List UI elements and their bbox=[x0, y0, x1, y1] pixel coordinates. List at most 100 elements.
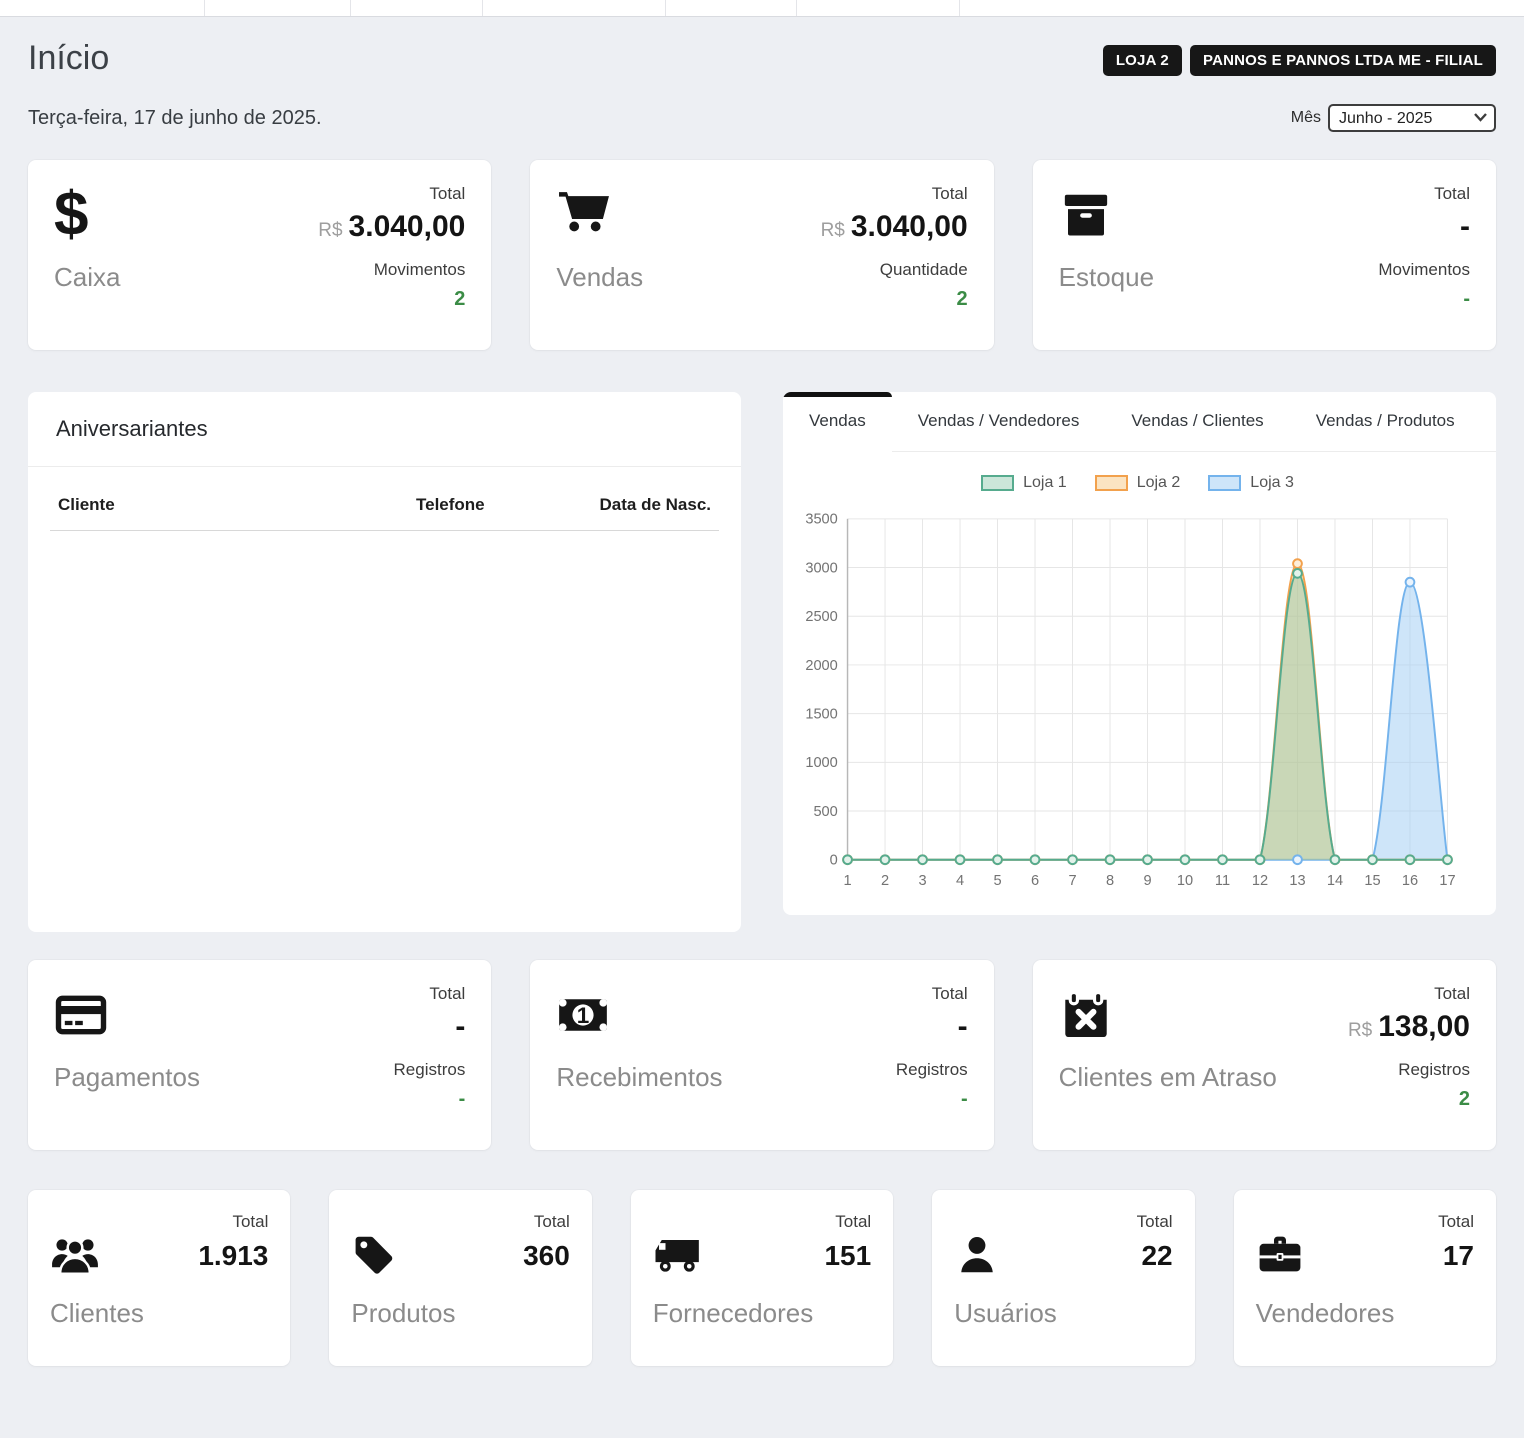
svg-text:2500: 2500 bbox=[805, 609, 837, 625]
svg-text:1: 1 bbox=[577, 1003, 590, 1028]
card-label: Fornecedores bbox=[653, 1298, 813, 1329]
total-label: Total bbox=[198, 1212, 268, 1232]
tab-vendas-vendedores[interactable]: Vendas / Vendedores bbox=[892, 392, 1106, 452]
page-title: Início bbox=[28, 39, 109, 78]
svg-text:4: 4 bbox=[956, 873, 964, 889]
total-value: - bbox=[1378, 210, 1470, 244]
sub-value: - bbox=[896, 1088, 968, 1111]
sub-value: - bbox=[394, 1088, 466, 1111]
sub-label: Registros bbox=[394, 1060, 466, 1080]
legend-label: Loja 2 bbox=[1137, 474, 1181, 492]
total-value: 17 bbox=[1438, 1240, 1474, 1272]
top-nav-item[interactable] bbox=[666, 0, 797, 16]
card-label: Vendedores bbox=[1256, 1298, 1395, 1329]
svg-text:6: 6 bbox=[1031, 873, 1039, 889]
svg-text:5: 5 bbox=[993, 873, 1001, 889]
card-pagamentos: Pagamentos Total - Registros - bbox=[28, 960, 491, 1150]
top-nav-item[interactable] bbox=[483, 0, 666, 16]
legend-swatch bbox=[981, 475, 1014, 491]
card-usuarios: Usuários Total 22 bbox=[932, 1190, 1194, 1366]
card-vendedores: Vendedores Total 17 bbox=[1234, 1190, 1496, 1366]
tab-vendas[interactable]: Vendas bbox=[783, 392, 892, 452]
sales-chart-panel: Vendas Vendas / Vendedores Vendas / Clie… bbox=[783, 392, 1496, 915]
svg-text:15: 15 bbox=[1364, 873, 1380, 889]
company-badge[interactable]: PANNOS E PANNOS LTDA ME - FILIAL bbox=[1190, 45, 1496, 76]
tab-vendas-produtos[interactable]: Vendas / Produtos bbox=[1290, 392, 1481, 452]
total-label: Total bbox=[1137, 1212, 1173, 1232]
tab-vendas-clientes[interactable]: Vendas / Clientes bbox=[1105, 392, 1289, 452]
svg-text:12: 12 bbox=[1252, 873, 1268, 889]
birthdays-table: Cliente Telefone Data de Nasc. bbox=[28, 467, 741, 531]
chart-legend: Loja 1 Loja 2 Loja 3 bbox=[793, 474, 1482, 492]
sub-label: Movimentos bbox=[1378, 260, 1470, 280]
svg-text:1500: 1500 bbox=[805, 707, 837, 723]
sales-chart: 0500100015002000250030003500123456789101… bbox=[793, 498, 1465, 902]
sub-label: Registros bbox=[896, 1060, 968, 1080]
svg-text:3: 3 bbox=[918, 873, 926, 889]
total-label: Total bbox=[394, 984, 466, 1004]
total-label: Total bbox=[523, 1212, 570, 1232]
total-label: Total bbox=[896, 984, 968, 1004]
card-fornecedores: Fornecedores Total 151 bbox=[631, 1190, 893, 1366]
total-value: 151 bbox=[824, 1240, 871, 1272]
store-badge[interactable]: LOJA 2 bbox=[1103, 45, 1182, 76]
total-label: Total bbox=[1438, 1212, 1474, 1232]
svg-text:0: 0 bbox=[830, 853, 838, 869]
card-vendas: Vendas Total R$3.040,00 Quantidade 2 bbox=[530, 160, 993, 350]
card-recebimentos: 1 Recebimentos Total - Registros - bbox=[530, 960, 993, 1150]
top-nav-item[interactable] bbox=[797, 0, 960, 16]
svg-text:2000: 2000 bbox=[805, 658, 837, 674]
total-label: Total bbox=[1348, 984, 1470, 1004]
svg-text:3500: 3500 bbox=[805, 512, 837, 528]
month-label: Mês bbox=[1291, 109, 1321, 127]
top-nav-item[interactable] bbox=[0, 0, 205, 16]
total-value: R$138,00 bbox=[1348, 1010, 1470, 1044]
sub-value: 2 bbox=[1348, 1088, 1470, 1111]
total-label: Total bbox=[821, 184, 968, 204]
sub-value: 2 bbox=[318, 288, 465, 311]
total-value: R$3.040,00 bbox=[821, 210, 968, 244]
column-header-telefone: Telefone bbox=[416, 495, 581, 515]
legend-item-loja-2[interactable]: Loja 2 bbox=[1095, 474, 1181, 492]
sub-label: Registros bbox=[1348, 1060, 1470, 1080]
svg-text:1000: 1000 bbox=[805, 755, 837, 771]
svg-text:3000: 3000 bbox=[805, 560, 837, 576]
column-header-data-nasc: Data de Nasc. bbox=[581, 495, 711, 515]
card-label: Clientes bbox=[50, 1298, 144, 1329]
legend-item-loja-3[interactable]: Loja 3 bbox=[1208, 474, 1294, 492]
birthdays-panel: Aniversariantes Cliente Telefone Data de… bbox=[28, 392, 741, 932]
sub-label: Movimentos bbox=[318, 260, 465, 280]
calendar-x-icon bbox=[1059, 984, 1277, 1046]
total-label: Total bbox=[1378, 184, 1470, 204]
truck-icon bbox=[653, 1230, 813, 1280]
total-value: R$3.040,00 bbox=[318, 210, 465, 244]
birthdays-title: Aniversariantes bbox=[28, 392, 741, 467]
total-value: 1.913 bbox=[198, 1240, 268, 1272]
sub-label: Quantidade bbox=[821, 260, 968, 280]
legend-item-loja-1[interactable]: Loja 1 bbox=[981, 474, 1067, 492]
svg-text:14: 14 bbox=[1327, 873, 1343, 889]
chart-tabs: Vendas Vendas / Vendedores Vendas / Clie… bbox=[783, 392, 1496, 452]
tag-icon bbox=[351, 1230, 455, 1280]
total-label: Total bbox=[824, 1212, 871, 1232]
top-nav-spacer bbox=[960, 0, 1524, 16]
card-clientes-em-atraso: Clientes em Atraso Total R$138,00 Regist… bbox=[1033, 960, 1496, 1150]
total-label: Total bbox=[318, 184, 465, 204]
svg-text:10: 10 bbox=[1177, 873, 1193, 889]
svg-text:7: 7 bbox=[1068, 873, 1076, 889]
svg-text:1: 1 bbox=[843, 873, 851, 889]
card-estoque: Estoque Total - Movimentos - bbox=[1033, 160, 1496, 350]
cart-icon bbox=[556, 184, 643, 246]
total-value: 22 bbox=[1137, 1240, 1173, 1272]
users-icon bbox=[50, 1230, 144, 1280]
user-icon bbox=[954, 1230, 1057, 1280]
top-nav-item[interactable] bbox=[205, 0, 351, 16]
column-header-cliente: Cliente bbox=[58, 495, 416, 515]
svg-text:2: 2 bbox=[881, 873, 889, 889]
month-select[interactable]: Junho - 2025 bbox=[1328, 104, 1496, 132]
svg-text:16: 16 bbox=[1402, 873, 1418, 889]
total-value: 360 bbox=[523, 1240, 570, 1272]
top-nav-item[interactable] bbox=[351, 0, 483, 16]
briefcase-icon bbox=[1256, 1230, 1395, 1280]
sub-value: 2 bbox=[821, 288, 968, 311]
